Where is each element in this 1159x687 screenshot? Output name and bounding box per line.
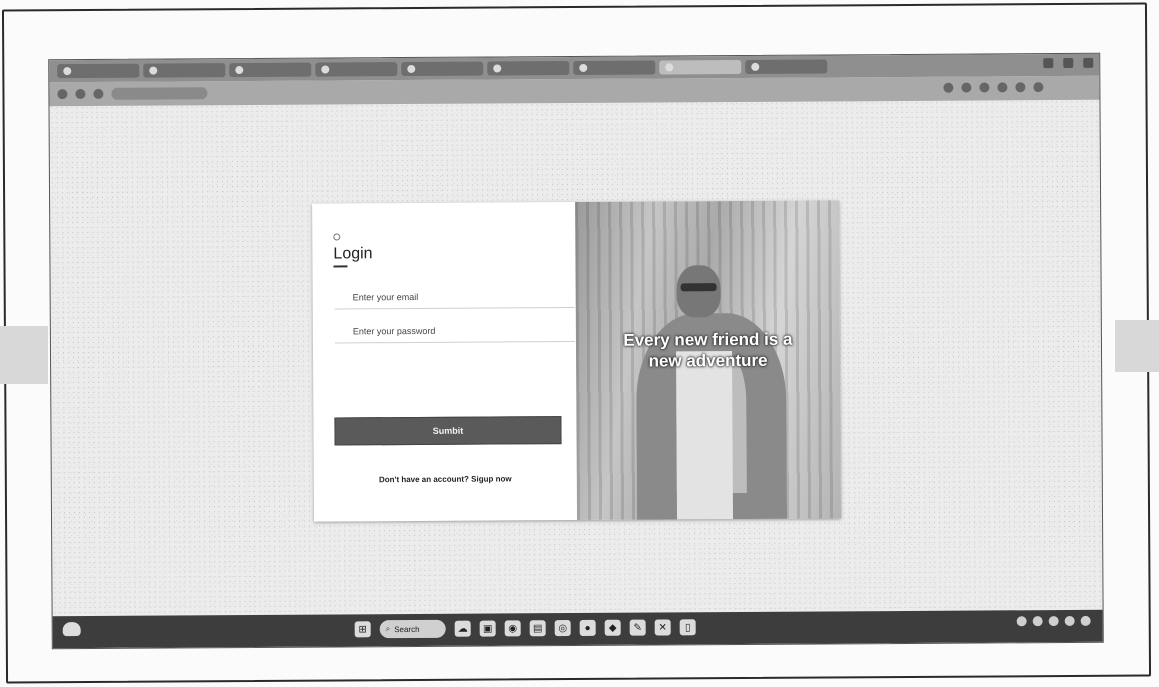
window-controls	[1043, 57, 1094, 69]
extension-icon[interactable]	[997, 82, 1008, 93]
maximize-icon[interactable]	[1063, 57, 1074, 69]
login-card: Login Sumbit Don't have an account? Sigu…	[312, 200, 842, 522]
task-view-icon[interactable]: ▣	[479, 620, 496, 637]
favicon-icon	[665, 63, 674, 72]
glasses	[680, 283, 717, 292]
wifi-icon[interactable]	[1032, 616, 1043, 627]
vscode-icon[interactable]: ✕	[654, 619, 671, 636]
monitor-screen: Login Sumbit Don't have an account? Sigu…	[48, 52, 1104, 650]
hero-caption-line2: new adventure	[648, 350, 768, 371]
widgets-icon[interactable]: ☁	[454, 620, 471, 637]
browser-tab-active[interactable]	[659, 59, 742, 75]
browser-tab[interactable]	[57, 63, 140, 79]
app-icon[interactable]: ◆	[604, 619, 621, 636]
favicon-icon	[149, 66, 158, 75]
taskbar-apps: ⊞ ⌕ Search ☁ ▣ ◉ ▤ ◎ ● ◆ ✎ ✕ ▯	[354, 618, 696, 639]
extension-icons	[943, 82, 1044, 93]
file-explorer-icon[interactable]: ▤	[529, 620, 546, 637]
forward-icon[interactable]	[75, 88, 86, 100]
scanned-photo: Login Sumbit Don't have an account? Sigu…	[0, 0, 1159, 687]
favicon-icon	[321, 65, 330, 74]
logo-icon	[333, 233, 341, 241]
hero-caption-line1: Every new friend is a	[623, 329, 793, 350]
submit-button[interactable]: Sumbit	[334, 416, 562, 446]
browser-tab[interactable]	[143, 63, 226, 78]
browser-toolbar	[49, 75, 1100, 107]
browser-tab[interactable]	[401, 61, 484, 77]
battery-icon[interactable]	[1064, 615, 1075, 627]
notification-icon[interactable]	[1080, 615, 1091, 626]
chat-icon[interactable]: ◉	[504, 620, 521, 637]
notes-icon[interactable]: ✎	[629, 619, 646, 636]
extension-icon[interactable]	[1015, 82, 1026, 93]
favicon-icon	[407, 64, 416, 74]
close-icon[interactable]	[1083, 57, 1094, 68]
extension-icon[interactable]	[943, 82, 954, 93]
email-input[interactable]	[334, 285, 575, 310]
browser-icon[interactable]: ◎	[554, 620, 571, 637]
browser-tab[interactable]	[573, 60, 656, 76]
login-title: Login	[333, 245, 373, 263]
system-tray	[1016, 615, 1091, 627]
browser-tab[interactable]	[487, 61, 570, 76]
address-bar[interactable]	[111, 87, 208, 100]
hero-caption: Every new friend is a new adventure	[580, 328, 836, 372]
favicon-icon	[493, 64, 502, 73]
password-input[interactable]	[334, 319, 575, 344]
paper-tab-right	[1115, 320, 1159, 372]
login-form: Login Sumbit Don't have an account? Sigu…	[312, 202, 577, 522]
browser-tab[interactable]	[745, 59, 828, 74]
browser-tab[interactable]	[229, 62, 312, 78]
search-icon: ⌕	[385, 624, 391, 634]
extension-icon[interactable]	[961, 82, 972, 93]
weather-icon	[62, 622, 81, 637]
weather-widget[interactable]	[62, 622, 81, 637]
person-shirt	[676, 351, 734, 520]
reload-icon[interactable]	[93, 88, 104, 99]
terminal-icon[interactable]: ▯	[679, 619, 696, 636]
favicon-icon	[63, 67, 72, 76]
paper-tab-left	[0, 326, 48, 384]
favicon-icon	[751, 62, 760, 71]
back-icon[interactable]	[57, 89, 68, 100]
minimize-icon[interactable]	[1043, 58, 1054, 69]
favicon-icon	[235, 66, 244, 75]
profile-icon[interactable]	[1033, 82, 1044, 93]
start-icon[interactable]: ⊞	[354, 621, 371, 638]
taskbar: ⊞ ⌕ Search ☁ ▣ ◉ ▤ ◎ ● ◆ ✎ ✕ ▯	[52, 609, 1103, 649]
browser-tab[interactable]	[315, 62, 398, 77]
extension-icon[interactable]	[979, 82, 990, 93]
volume-icon[interactable]	[1048, 616, 1059, 627]
favicon-icon	[579, 63, 588, 72]
app-icon[interactable]: ●	[579, 619, 596, 636]
chevron-up-icon[interactable]	[1016, 616, 1027, 627]
taskbar-search[interactable]: ⌕ Search	[379, 619, 446, 639]
hero-image: Every new friend is a new adventure	[575, 200, 842, 520]
title-underline	[333, 265, 348, 268]
signup-link[interactable]: Don't have an account? Sigup now	[314, 474, 577, 485]
